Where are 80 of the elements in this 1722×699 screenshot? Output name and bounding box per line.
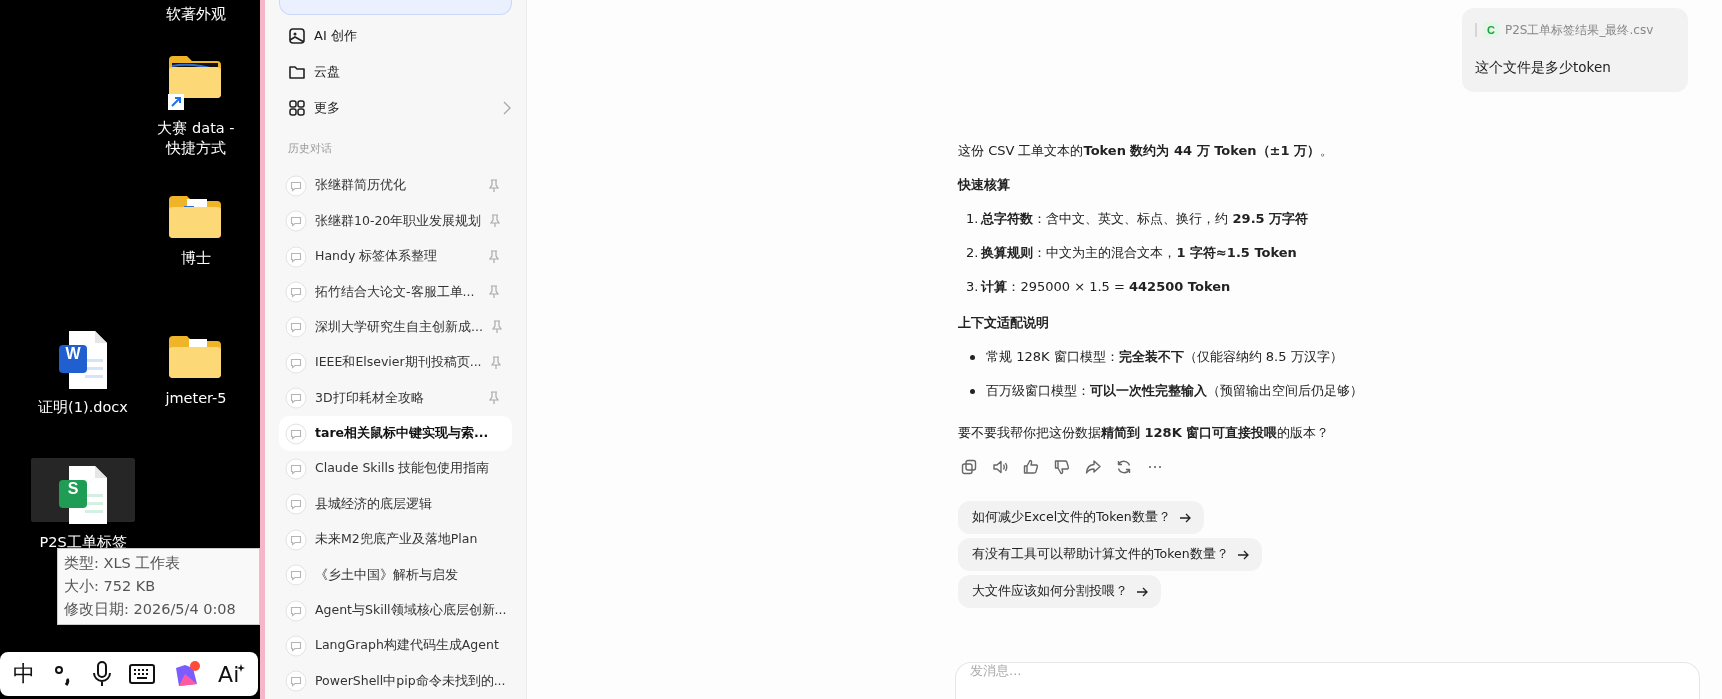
answer-heading: 快速核算 — [958, 176, 1011, 194]
arrow-right-icon — [1136, 586, 1148, 597]
keyboard-icon[interactable] — [129, 663, 156, 685]
answer-heading: 上下文适配说明 — [958, 314, 1050, 332]
list-item: 百万级窗口模型：可以一次性完整输入（预留输出空间后仍足够） — [986, 382, 1363, 400]
list-number: 1. — [966, 210, 979, 228]
history-item[interactable]: 张继群简历优化 — [279, 168, 512, 204]
suggestion-chip[interactable]: 如何减少Excel文件的Token数量？ — [958, 501, 1204, 534]
history-item[interactable]: LangGraph构建代码生成Agent — [279, 628, 512, 664]
chat-bubble-icon — [285, 493, 307, 516]
list-number: 3. — [966, 278, 979, 296]
bullet-icon — [970, 389, 975, 394]
history-item[interactable]: Handy 标签体系整理 — [279, 238, 512, 275]
chat-bubble-icon — [285, 599, 307, 622]
history-item[interactable]: IEEE和Elsevier期刊投稿页... — [279, 345, 512, 381]
chat-bubble-icon — [285, 351, 307, 374]
suggestion-chip[interactable]: 有没有工具可以帮助计算文件的Token数量？ — [958, 538, 1262, 571]
chat-bubble-icon — [285, 316, 307, 339]
icon-label: 证明(1).docx — [38, 398, 128, 417]
answer-paragraph: 要不要我帮你把这份数据精简到 128K 窗口可直接投喂的版本？ — [958, 424, 1331, 442]
csv-file-icon: C — [1483, 22, 1499, 38]
tooltip-line: 大小: 752 KB — [64, 577, 157, 596]
grid-icon — [288, 99, 306, 118]
thumbs-down-icon[interactable] — [1054, 459, 1070, 475]
copy-icon[interactable] — [961, 459, 977, 475]
history-item[interactable]: 张继群10-20年职业发展规划 — [279, 203, 512, 239]
arrow-right-icon — [1236, 549, 1249, 560]
chevron-right-icon — [502, 101, 512, 116]
icon-label: 软著外观 — [166, 5, 226, 24]
image-icon — [288, 26, 306, 45]
refresh-icon[interactable] — [1116, 459, 1132, 475]
share-icon[interactable] — [1085, 459, 1101, 475]
history-item[interactable]: 《乡土中国》解析与启发 — [279, 557, 512, 593]
icon-label: jmeter-5 — [165, 389, 227, 408]
chat-bubble-icon — [285, 245, 307, 268]
list-item: 换算规则：中文为主的混合文本，1 字符≈1.5 Token — [981, 244, 1297, 262]
history-item[interactable]: 3D打印耗材全攻略 — [279, 380, 512, 416]
history-item[interactable]: 拓竹结合大论文-客服工单... — [279, 274, 512, 310]
history-item[interactable]: 未来M2兜底产业及落地Plan — [279, 522, 512, 558]
chat-bubble-icon — [285, 387, 307, 410]
nav-item[interactable]: 云盘 — [279, 53, 512, 90]
chat-bubble-icon — [285, 210, 307, 233]
arrow-right-icon — [1178, 512, 1191, 523]
sparkle-icon — [237, 663, 246, 672]
input-mode-toggle[interactable]: 中 — [12, 659, 35, 689]
user-message: 这个文件是多少token — [1475, 59, 1612, 77]
nav-item[interactable]: AI 创作 — [279, 17, 512, 54]
microphone-icon[interactable] — [91, 660, 112, 688]
thumbs-up-icon[interactable] — [1023, 459, 1039, 475]
icon-label: 大赛 data - 快捷方式 — [156, 119, 236, 158]
chat-bubble-icon — [285, 634, 307, 657]
icon-label: P2S工单标签 — [39, 533, 127, 552]
list-number: 2. — [966, 244, 979, 262]
history-item[interactable]: tare相关鼠标中键实现与索... — [279, 415, 512, 452]
history-item[interactable]: PowerShell中pip命令未找到的... — [279, 663, 512, 699]
tooltip-line: 修改日期: 2026/5/4 0:08 — [64, 600, 237, 619]
chat-bubble-icon — [285, 281, 307, 303]
list-item: 计算：295000 × 1.5 = 442500 Token — [981, 278, 1231, 296]
nav-item[interactable]: 更多 — [279, 90, 512, 127]
icon-label: 博士 — [181, 249, 211, 268]
answer-paragraph: 这份 CSV 工单文本的Token 数约为 44 万 Token（±1 万）。 — [958, 142, 1335, 160]
history-item[interactable]: 深圳大学研究生自主创新成... — [279, 309, 512, 346]
ai-button[interactable]: Ai — [218, 661, 246, 687]
chat-bubble-icon — [285, 564, 307, 587]
speaker-icon[interactable] — [992, 459, 1008, 475]
chat-bubble-icon — [285, 457, 307, 480]
message-input[interactable]: 发消息... — [955, 662, 1700, 699]
history-item[interactable]: Claude Skills 技能包使用指南 — [279, 451, 512, 487]
chat-bubble-icon — [285, 528, 307, 551]
tooltip-line: 类型: XLS 工作表 — [64, 554, 182, 573]
bullet-icon — [970, 355, 975, 360]
list-item: 总字符数：含中文、英文、标点、换行，约 29.5 万字符 — [981, 210, 1309, 228]
chat-bubble-icon — [285, 670, 307, 693]
chat-bubble-icon — [285, 422, 307, 445]
history-item[interactable]: Agent与Skill领域核心底层创新... — [279, 592, 512, 629]
suggestion-chip[interactable]: 大文件应该如何分割投喂？ — [958, 575, 1161, 608]
section-title: 历史对话 — [288, 142, 333, 157]
chat-bubble-icon — [285, 174, 307, 197]
list-item: 常规 128K 窗口模型：完全装不下（仅能容纳约 8.5 万汉字） — [986, 348, 1343, 366]
history-item[interactable]: 县城经济的底层逻辑 — [279, 486, 512, 523]
